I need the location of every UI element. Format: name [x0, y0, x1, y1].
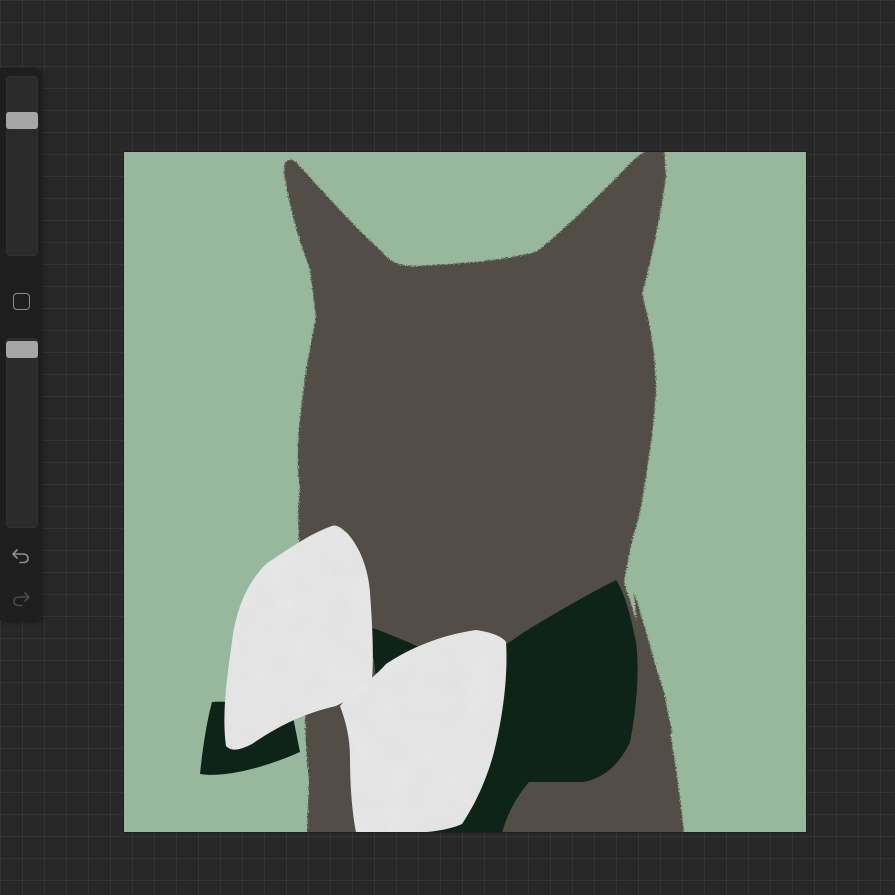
redo-icon: [13, 592, 30, 607]
undo-icon: [12, 549, 29, 564]
artwork: [124, 152, 806, 832]
brush-sidebar: [0, 68, 42, 620]
redo-button[interactable]: [9, 587, 33, 609]
brush-opacity-slider[interactable]: [6, 338, 38, 528]
procreate-workspace: [0, 0, 895, 895]
brush-opacity-thumb[interactable]: [6, 341, 38, 358]
drawing-canvas[interactable]: [124, 152, 806, 832]
brush-size-thumb[interactable]: [6, 112, 38, 129]
brush-size-slider[interactable]: [6, 76, 38, 256]
undo-button[interactable]: [9, 544, 33, 566]
modify-button[interactable]: [10, 290, 32, 312]
square-icon: [12, 292, 30, 310]
